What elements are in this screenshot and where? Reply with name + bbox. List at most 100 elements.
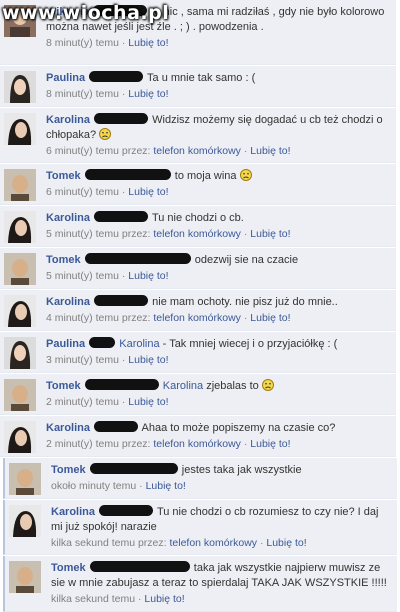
redaction-mark xyxy=(94,295,149,306)
comment-body: Karolina Widzisz możemy się dogadać u cb… xyxy=(46,113,390,159)
redaction-mark xyxy=(99,505,154,516)
comment-body: Tomek Karolina zjebalas to 2 minut(y) te… xyxy=(46,379,390,410)
mention-link[interactable]: Karolina xyxy=(119,338,159,350)
mobile-link[interactable]: telefon komórkowy xyxy=(153,438,241,450)
like-link[interactable]: Lubię to! xyxy=(250,145,290,157)
comment-timestamp: 4 minut(y) temu przez: xyxy=(46,312,151,324)
comment-author[interactable]: Karolina xyxy=(51,506,95,518)
comment-body: Karolina Tu nie chodzi o cb. 5 minut(y) … xyxy=(46,211,390,242)
mobile-link[interactable]: telefon komórkowy xyxy=(153,228,241,240)
comment-author[interactable]: Karolina xyxy=(46,114,90,126)
comment-timestamp: 2 minut(y) temu xyxy=(46,396,119,408)
like-link[interactable]: Lubię to! xyxy=(266,537,306,549)
comment-author[interactable]: Paulina xyxy=(46,72,85,84)
comment-author[interactable]: Tomek xyxy=(51,464,86,476)
comment: Tomek to moja wina 6 minut(y) temu · Lub… xyxy=(0,164,396,205)
comment-timestamp: 5 minut(y) temu przez: xyxy=(46,228,151,240)
avatar[interactable] xyxy=(4,71,36,103)
redaction-mark xyxy=(89,71,144,82)
avatar[interactable] xyxy=(4,211,36,243)
comment-timestamp: około minuty temu xyxy=(51,480,137,492)
redaction-mark xyxy=(89,337,116,348)
comment-thread: Wiktoria to nic , sama mi radziłaś , gdy… xyxy=(0,0,400,612)
avatar[interactable] xyxy=(4,5,36,37)
like-link[interactable]: Lubię to! xyxy=(146,480,186,492)
comment-meta: 8 minut(y) temu · Lubię to! xyxy=(46,88,169,100)
comment-timestamp: kilka sekund temu przez: xyxy=(51,537,167,549)
redaction-mark xyxy=(94,421,139,432)
sad-face-icon xyxy=(261,379,274,391)
comment-meta: 6 minut(y) temu przez: telefon komórkowy… xyxy=(46,145,291,157)
redaction-mark xyxy=(89,561,190,572)
avatar[interactable] xyxy=(4,337,36,369)
avatar[interactable] xyxy=(9,561,41,593)
redaction-mark xyxy=(84,253,191,264)
comment-author[interactable]: Karolina xyxy=(46,212,90,224)
comment: Tomek odezwij sie na czacie 5 minut(y) t… xyxy=(0,248,396,289)
comment-text: Tu nie chodzi o cb. xyxy=(151,212,244,224)
comment-author[interactable]: Tomek xyxy=(46,170,81,182)
comment-body: Karolina Ahaa to może popiszemy na czasi… xyxy=(46,421,390,452)
comment-text: nie mam ochoty. nie pisz już do mnie.. xyxy=(152,296,338,308)
avatar[interactable] xyxy=(4,421,36,453)
avatar[interactable] xyxy=(4,253,36,285)
like-link[interactable]: Lubię to! xyxy=(250,228,290,240)
mention-link[interactable]: Karolina xyxy=(163,380,203,392)
redaction-mark xyxy=(94,113,149,124)
avatar[interactable] xyxy=(4,113,36,145)
avatar[interactable] xyxy=(4,379,36,411)
comment-text: - Tak mniej wiecej i o przyjaciółkę : ( xyxy=(162,338,338,350)
comment: Karolina Ahaa to może popiszemy na czasi… xyxy=(0,416,396,457)
comment-body: Tomek taka jak wszystkie najpierw muwisz… xyxy=(51,561,391,607)
avatar[interactable] xyxy=(9,463,41,495)
sad-face-icon xyxy=(239,169,252,181)
mobile-link[interactable]: telefon komórkowy xyxy=(153,145,241,157)
comment-meta: 2 minut(y) temu przez: telefon komórkowy… xyxy=(46,438,291,450)
comment-body: Tomek odezwij sie na czacie 5 minut(y) t… xyxy=(46,253,390,284)
comment-meta: 5 minut(y) temu · Lubię to! xyxy=(46,270,169,282)
comment-body: Karolina nie mam ochoty. nie pisz już do… xyxy=(46,295,390,326)
comment: Tomek Karolina zjebalas to 2 minut(y) te… xyxy=(0,374,396,415)
mobile-link[interactable]: telefon komórkowy xyxy=(153,312,241,324)
comment-author[interactable]: Tomek xyxy=(46,380,81,392)
comment-author[interactable]: Wiktoria xyxy=(46,6,89,18)
like-link[interactable]: Lubię to! xyxy=(128,396,168,408)
mobile-link[interactable]: telefon komórkowy xyxy=(169,537,257,549)
comment-meta: 5 minut(y) temu przez: telefon komórkowy… xyxy=(46,228,291,240)
like-link[interactable]: Lubię to! xyxy=(128,354,168,366)
comment-author[interactable]: Tomek xyxy=(46,254,81,266)
avatar[interactable] xyxy=(4,295,36,327)
like-link[interactable]: Lubię to! xyxy=(250,438,290,450)
comment-timestamp: 2 minut(y) temu przez: xyxy=(46,438,151,450)
comment-meta: 4 minut(y) temu przez: telefon komórkowy… xyxy=(46,312,291,324)
like-link[interactable]: Lubię to! xyxy=(250,312,290,324)
comment-text: odezwij sie na czacie xyxy=(194,254,299,266)
like-link[interactable]: Lubię to! xyxy=(128,186,168,198)
redaction-mark xyxy=(94,211,149,222)
comment-timestamp: 6 minut(y) temu xyxy=(46,186,119,198)
like-link[interactable]: Lubię to! xyxy=(128,270,168,282)
comment-text: to moja wina xyxy=(174,170,237,182)
redaction-mark xyxy=(89,463,178,474)
comment-text: Ahaa to może popiszemy na czasie co? xyxy=(141,422,336,434)
comment-body: Paulina Karolina - Tak mniej wiecej i o … xyxy=(46,337,390,368)
comment-meta: 8 minut(y) temu · Lubię to! xyxy=(46,37,169,49)
like-link[interactable]: Lubię to! xyxy=(144,593,184,605)
redaction-mark xyxy=(93,5,148,16)
comment-author[interactable]: Karolina xyxy=(46,296,90,308)
comment-meta: 6 minut(y) temu · Lubię to! xyxy=(46,186,169,198)
comment-body: Wiktoria to nic , sama mi radziłaś , gdy… xyxy=(46,5,390,51)
comment-author[interactable]: Karolina xyxy=(46,422,90,434)
comment: Karolina Tu nie chodzi o cb rozumiesz to… xyxy=(3,500,397,555)
comment-author[interactable]: Tomek xyxy=(51,562,86,574)
sad-face-icon xyxy=(99,128,112,140)
comment: Wiktoria to nic , sama mi radziłaś , gdy… xyxy=(0,0,396,65)
like-link[interactable]: Lubię to! xyxy=(128,37,168,49)
comment-text: jestes taka jak wszystkie xyxy=(181,464,302,476)
comment-meta: kilka sekund temu · Lubię to! xyxy=(51,593,185,605)
like-link[interactable]: Lubię to! xyxy=(128,88,168,100)
comment-author[interactable]: Paulina xyxy=(46,338,85,350)
avatar[interactable] xyxy=(9,505,41,537)
comment-body: Tomek to moja wina 6 minut(y) temu · Lub… xyxy=(46,169,390,200)
avatar[interactable] xyxy=(4,169,36,201)
